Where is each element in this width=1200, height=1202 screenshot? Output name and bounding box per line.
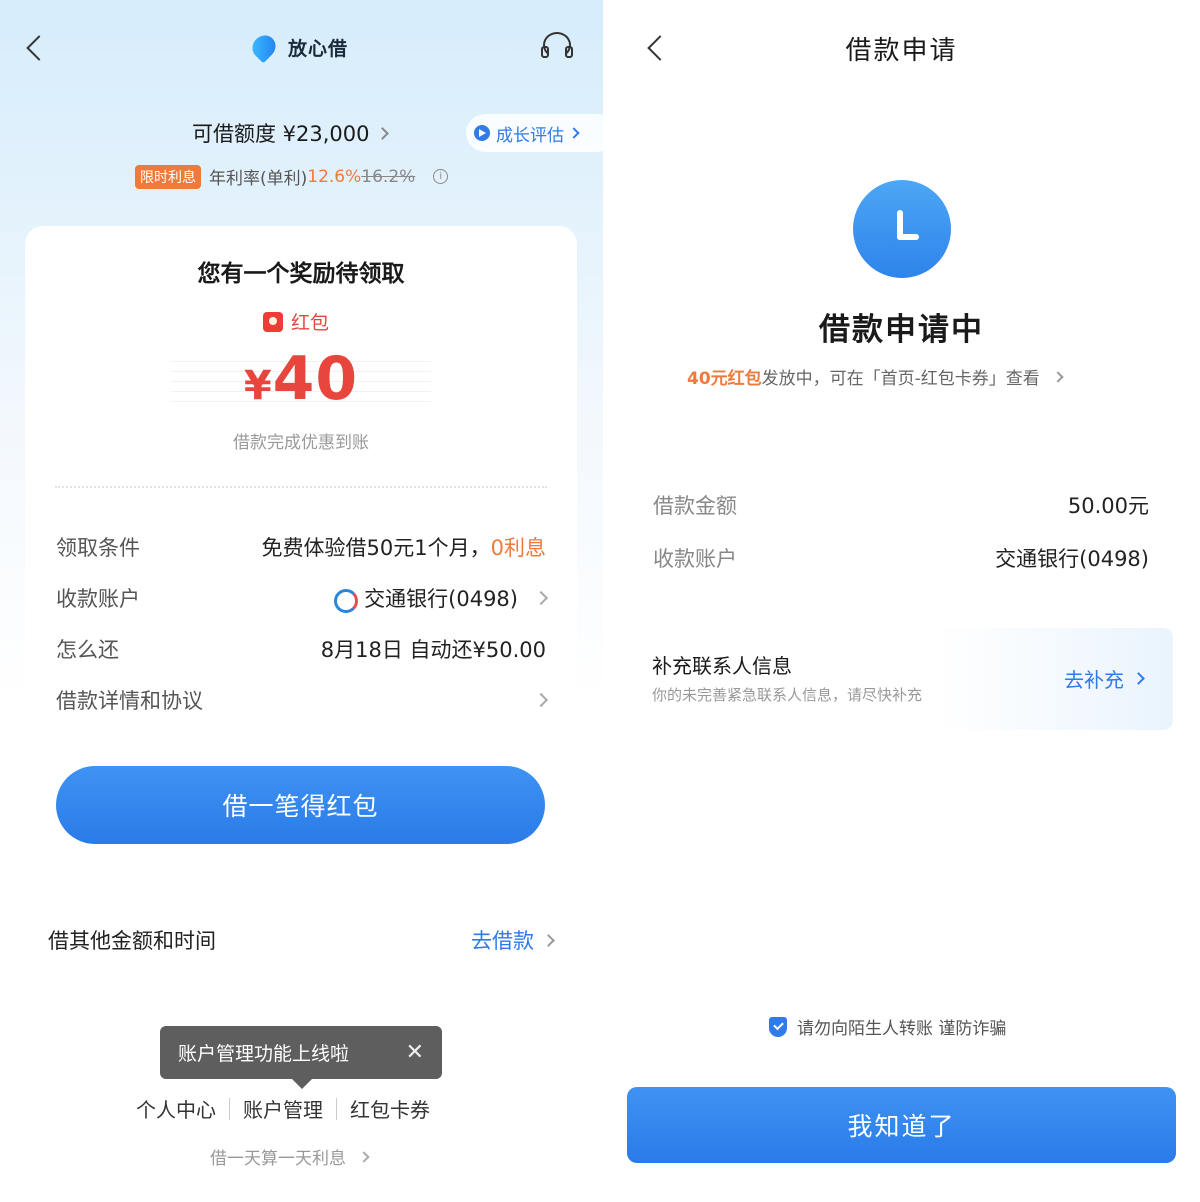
row-key: 收款账户 <box>56 587 140 611</box>
supplement-button[interactable]: 去补充 <box>1064 664 1145 693</box>
other-amount-label: 借其他金额和时间 <box>48 929 216 953</box>
repayment-row: 怎么还 8月18日 自动还¥50.00 <box>56 629 546 669</box>
growth-label: 成长评估 <box>496 125 564 146</box>
interest-free-highlight: 0利息 <box>490 536 546 560</box>
red-packet-label: 红包 <box>291 312 330 334</box>
anti-fraud-text: 请勿向陌生人转账 谨防诈骗 <box>797 1019 1007 1039</box>
row-key: 收款账户 <box>653 547 737 571</box>
reward-title: 您有一个奖励待领取 <box>197 261 405 287</box>
chevron-right-icon <box>542 933 555 947</box>
receiving-account-row[interactable]: 收款账户 交通银行(0498) <box>56 578 549 618</box>
application-status: 借款申请中 <box>819 312 984 348</box>
go-borrow-link[interactable]: 去借款 <box>471 925 555 955</box>
contact-info-card[interactable]: 补充联系人信息 你的未完善紧急联系人信息，请尽快补充 去补充 <box>643 628 1173 730</box>
feature-toast: 账户管理功能上线啦 ✕ <box>160 1026 442 1089</box>
row-value: 交通银行(0498) <box>332 583 549 613</box>
chevron-right-icon <box>375 126 389 140</box>
reward-subtitle: 借款完成优惠到账 <box>233 433 369 453</box>
daily-interest-link[interactable]: 借一天算一天利息 <box>210 1144 370 1169</box>
chevron-right-icon <box>568 127 580 139</box>
brand-logo-icon <box>250 34 280 60</box>
close-icon[interactable]: ✕ <box>406 1040 424 1065</box>
borrow-get-red-packet-button[interactable]: 借一笔得红包 <box>56 766 545 844</box>
claim-condition-row: 领取条件 免费体验借50元1个月， 0利息 <box>56 527 546 567</box>
row-key: 怎么还 <box>56 638 119 662</box>
credit-limit[interactable]: 可借额度 ¥23,000 <box>192 118 389 148</box>
chevron-right-icon <box>533 590 549 606</box>
reward-amount: ¥40 <box>243 344 359 414</box>
chevron-right-icon <box>358 1150 370 1163</box>
contact-title: 补充联系人信息 <box>652 654 792 678</box>
anti-fraud-notice: 请勿向陌生人转账 谨防诈骗 <box>769 1014 1006 1039</box>
row-key: 借款详情和协议 <box>56 689 203 713</box>
bottom-nav: 个人中心 账户管理 红包卡券 <box>136 1094 430 1123</box>
nav-red-packet-coupons[interactable]: 红包卡券 <box>350 1094 430 1123</box>
row-value: 免费体验借50元1个月， 0利息 <box>262 532 546 562</box>
clock-icon <box>853 180 951 278</box>
note-text: 发放中，可在「首页-红包卡券」查看 <box>761 369 1040 389</box>
receiving-account-row: 收款账户 交通银行(0498) <box>653 538 1149 578</box>
row-value: 8月18日 自动还¥50.00 <box>320 638 546 662</box>
nav-account-management[interactable]: 账户管理 <box>243 1094 323 1123</box>
red-packet-note[interactable]: 40元红包 发放中，可在「首页-红包卡券」查看 <box>687 364 1064 389</box>
chevron-right-icon <box>1052 370 1064 383</box>
red-packet-tag: 红包 <box>263 308 329 335</box>
rate-new: 12.6% <box>307 166 362 187</box>
loan-amount-row: 借款金额 50.00元 <box>653 485 1149 525</box>
loan-application-screen: 借款申请 借款申请中 40元红包 发放中，可在「首页-红包卡券」查看 借款金额 … <box>603 0 1200 1202</box>
row-value: 50.00元 <box>1067 494 1149 518</box>
divider <box>55 486 547 488</box>
shield-icon <box>769 1016 787 1037</box>
other-amount-row[interactable]: 借其他金额和时间 去借款 <box>48 920 555 960</box>
row-key: 借款金额 <box>653 494 737 518</box>
info-icon[interactable]: i <box>433 169 449 184</box>
red-packet-icon <box>263 311 283 332</box>
reward-card: 您有一个奖励待领取 红包 ¥40 借款完成优惠到账 领取条件 免费体验借50元1… <box>25 226 577 886</box>
contact-subtitle: 你的未完善紧急联系人信息，请尽快补充 <box>652 686 923 704</box>
row-value <box>526 692 549 708</box>
brand: 放心借 <box>250 30 348 64</box>
growth-assessment-button[interactable]: 成长评估 <box>466 114 603 152</box>
headset-icon[interactable] <box>540 30 574 62</box>
acknowledge-button[interactable]: 我知道了 <box>627 1087 1176 1163</box>
note-highlight: 40元红包 <box>687 369 762 389</box>
loan-details-row[interactable]: 借款详情和协议 <box>56 680 549 720</box>
bank-logo-icon <box>332 587 359 613</box>
back-icon[interactable] <box>26 35 52 61</box>
row-key: 领取条件 <box>56 536 140 560</box>
toast-text: 账户管理功能上线啦 <box>178 1043 350 1065</box>
row-value: 交通银行(0498) <box>995 547 1149 571</box>
brand-name: 放心借 <box>288 37 349 60</box>
chevron-right-icon <box>533 692 549 708</box>
loan-home-screen: 放心借 可借额度 ¥23,000 成长评估 限时利息 年利率(单利) 12.6%… <box>0 0 603 1202</box>
page-title: 借款申请 <box>845 36 958 66</box>
credit-limit-label: 可借额度 ¥23,000 <box>192 122 370 146</box>
nav-personal-center[interactable]: 个人中心 <box>136 1094 216 1123</box>
interest-rate-row: 限时利息 年利率(单利) 12.6% 16.2% i <box>135 164 449 189</box>
rate-badge: 限时利息 <box>135 164 201 189</box>
play-icon <box>474 125 490 141</box>
chevron-right-icon <box>1132 672 1145 685</box>
rate-label: 年利率(单利) <box>209 169 308 189</box>
rate-old: 16.2% <box>361 166 416 187</box>
